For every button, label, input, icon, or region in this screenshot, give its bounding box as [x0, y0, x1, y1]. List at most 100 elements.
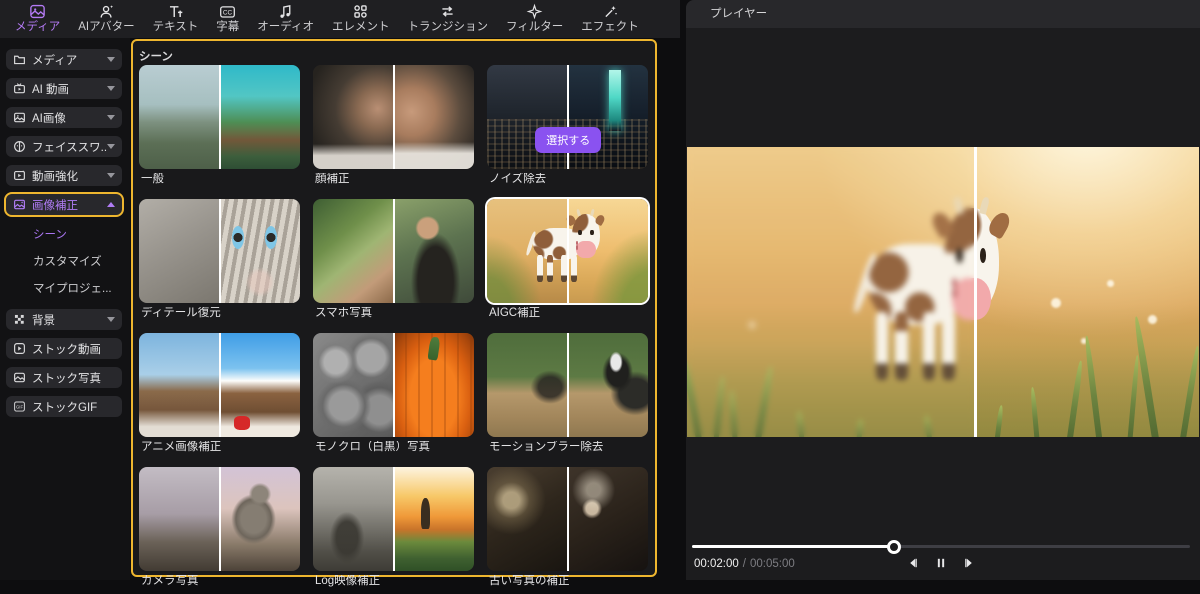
sidebar-item-image-enhance[interactable]: 画像補正: [6, 194, 122, 215]
tab-filters[interactable]: フィルター: [499, 3, 570, 34]
ai-avatar-icon: [98, 3, 115, 20]
tab-label: 字幕: [216, 21, 239, 34]
sidebar-item-media[interactable]: メディア: [6, 49, 122, 70]
sidebar-item-stock-photo[interactable]: ストック写真: [6, 367, 122, 388]
scene-card-label: モノクロ（白黒）写真: [315, 441, 474, 454]
sidebar-subitem-scene[interactable]: シーン: [6, 228, 130, 242]
previous-frame-button[interactable]: [906, 556, 920, 570]
tab-media[interactable]: メディア: [8, 3, 67, 34]
scene-card-aigc-enhance[interactable]: AIGC補正: [487, 199, 648, 326]
stock-video-icon: [13, 342, 26, 355]
compare-split-line: [219, 199, 221, 303]
chevron-down-icon: [107, 115, 115, 120]
player-title: プレイヤー: [686, 0, 1200, 28]
player-panel: プレイヤー: [686, 0, 1200, 580]
scene-card-label: モーションブラー除去: [489, 441, 648, 454]
tab-label: エフェクト: [581, 21, 639, 34]
audio-icon: [277, 3, 294, 20]
scene-thumbnail: [313, 333, 474, 437]
compare-split-line: [219, 333, 221, 437]
scene-card-anime-enhance[interactable]: アニメ画像補正: [139, 333, 300, 460]
sidebar-item-stock-video[interactable]: ストック動画: [6, 338, 122, 359]
background-icon: [13, 313, 26, 326]
chevron-down-icon: [107, 144, 115, 149]
captions-icon: CC: [219, 3, 236, 20]
svg-text:GIF: GIF: [16, 404, 23, 409]
compare-split-line: [393, 65, 395, 169]
sidebar-item-ai-video[interactable]: AI 動画: [6, 78, 122, 99]
tab-ai-avatar[interactable]: AIアバター: [71, 3, 141, 34]
image-enhance-icon: [13, 198, 26, 211]
scene-thumbnail: [487, 467, 648, 571]
scene-card-detail-restore[interactable]: ディテール復元: [139, 199, 300, 326]
tab-audio[interactable]: オーディオ: [250, 3, 321, 34]
compare-split-line[interactable]: [974, 147, 977, 437]
tab-captions[interactable]: CC 字幕: [209, 3, 246, 34]
tab-elements[interactable]: エレメント: [325, 3, 397, 34]
scene-card-face-enhance[interactable]: 顔補正: [313, 65, 474, 192]
compare-split-line: [567, 65, 569, 169]
sidebar-item-background[interactable]: 背景: [6, 309, 122, 330]
scene-card-label: Log映像補正: [315, 575, 474, 588]
tab-transitions[interactable]: トランジション: [400, 3, 495, 34]
chevron-down-icon: [107, 57, 115, 62]
sidebar-item-video-enhance[interactable]: 動画強化: [6, 165, 122, 186]
next-frame-button[interactable]: [962, 556, 976, 570]
red-bow-shape: [234, 416, 250, 430]
elements-icon: [352, 3, 369, 20]
scene-card-old-photo-restore[interactable]: 古い写真の補正: [487, 467, 648, 594]
media-icon: [29, 3, 46, 20]
panel-title: シーン: [139, 48, 649, 65]
seek-bar[interactable]: [692, 545, 1190, 548]
scene-card-phone-photo[interactable]: スマホ写真: [313, 199, 474, 326]
scene-card-label: カメラ写真: [141, 575, 300, 588]
scene-card-label: AIGC補正: [489, 307, 648, 320]
compare-split-line: [393, 199, 395, 303]
sidebar-subitem-customize[interactable]: カスタマイズ: [6, 255, 130, 269]
scene-thumbnail: [139, 467, 300, 571]
compare-split-line: [567, 467, 569, 571]
text-icon: [167, 3, 184, 20]
scene-card-camera-photo[interactable]: カメラ写真: [139, 467, 300, 594]
seek-bar-fill: [692, 545, 893, 548]
select-button[interactable]: 選択する: [535, 127, 601, 153]
tab-effects[interactable]: エフェクト: [574, 3, 646, 34]
seek-bar-handle[interactable]: [887, 540, 901, 554]
compare-split-line: [567, 333, 569, 437]
scene-grid: 一般 顔補正 選択する ノイズ除去 ディテール復元: [139, 65, 649, 594]
scene-thumbnail: [487, 199, 648, 303]
time-display: 00:02:00 / 00:05:00: [694, 558, 795, 570]
compare-split-line: [567, 199, 569, 303]
chevron-down-icon: [107, 173, 115, 178]
scene-card-motion-deblur[interactable]: モーションブラー除去: [487, 333, 648, 460]
sidebar-item-stock-gif[interactable]: GIF ストックGIF: [6, 396, 122, 417]
video-preview[interactable]: [687, 147, 1199, 437]
scene-thumbnail: [313, 65, 474, 169]
tab-label: エレメント: [332, 21, 390, 34]
compare-split-line: [393, 333, 395, 437]
pause-button[interactable]: [934, 556, 948, 570]
scene-card-label: アニメ画像補正: [141, 441, 300, 454]
tab-label: AIアバター: [78, 21, 134, 34]
scene-card-log-footage[interactable]: Log映像補正: [313, 467, 474, 594]
stock-photo-icon: [13, 371, 26, 384]
total-time: 00:05:00: [750, 558, 795, 570]
sidebar-subitem-my-projects[interactable]: マイプロジェ...: [6, 282, 130, 296]
tab-label: トランジション: [407, 21, 488, 34]
sidebar-item-face-swap[interactable]: フェイススワ...: [6, 136, 122, 157]
scene-card-denoise[interactable]: 選択する ノイズ除去: [487, 65, 648, 192]
svg-text:CC: CC: [223, 10, 233, 17]
scene-thumbnail: [313, 467, 474, 571]
cat-eye-shape: [265, 226, 277, 249]
folder-icon: [13, 53, 26, 66]
transitions-icon: [439, 3, 456, 20]
scene-thumbnail: [139, 333, 300, 437]
scene-card-monochrome-photo[interactable]: モノクロ（白黒）写真: [313, 333, 474, 460]
scene-card-label: 顔補正: [315, 173, 474, 186]
sidebar-item-ai-image[interactable]: AI画像: [6, 107, 122, 128]
scene-thumbnail: [139, 65, 300, 169]
tab-text[interactable]: テキスト: [146, 3, 206, 34]
scene-thumbnail: 選択する: [487, 65, 648, 169]
stock-gif-icon: GIF: [13, 400, 26, 413]
scene-card-general[interactable]: 一般: [139, 65, 300, 192]
